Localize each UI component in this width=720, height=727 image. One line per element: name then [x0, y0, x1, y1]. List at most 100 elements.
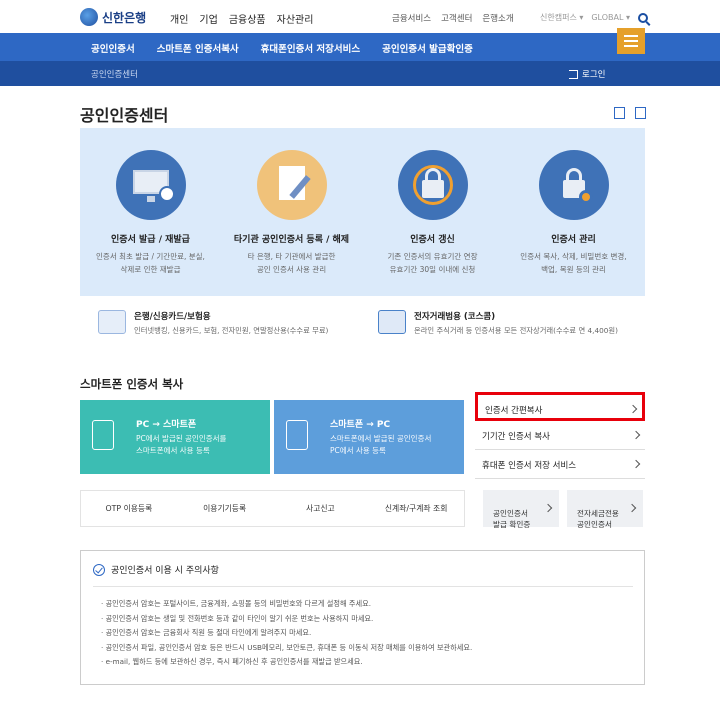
- notice-title: 공인인증서 이용 시 주의사항: [111, 566, 219, 576]
- nav-wealth[interactable]: 자산관리: [277, 11, 314, 26]
- info-general-trade: 전자거래범용 (코스콤) 온라인 주식거래 등 인증서용 모든 전자상거래(수수…: [378, 310, 618, 336]
- shinhan-logo-icon: [80, 8, 98, 26]
- print-icon[interactable]: [635, 107, 646, 119]
- list-item: · 공인인증서 파일, 공인인증서 암호 등은 반드시 USB메모리, 보안토큰…: [101, 642, 473, 652]
- list-item: · 공인인증서 암호는 생일 및 전화번호 등과 같이 타인이 알기 쉬운 번호…: [101, 613, 374, 623]
- device-copy-link[interactable]: 기기간 인증서 복사: [475, 421, 645, 450]
- device-register-link[interactable]: 이용기기등록: [177, 503, 273, 514]
- chevron-right-icon: [631, 430, 641, 440]
- nav-customer-center[interactable]: 고객센터: [441, 12, 472, 24]
- global-dropdown[interactable]: GLOBAL ▾: [591, 13, 630, 22]
- nav-business[interactable]: 기업: [199, 11, 217, 26]
- search-icon[interactable]: [638, 12, 649, 23]
- tax-cert-button[interactable]: 전자세금전용 공인인증서: [567, 490, 643, 529]
- service-manage[interactable]: 인증서 관리 인증서 복사, 삭제, 비밀번호 변경, 백업, 복원 등의 관리: [503, 128, 644, 276]
- document-pen-icon: [256, 150, 327, 220]
- service-renew[interactable]: 인증서 갱신 기존 인증서의 유효기간 연장 유효기간 30일 이내에 신청: [362, 128, 503, 276]
- service-title: 인증서 갱신: [410, 235, 455, 245]
- link-label: 기기간 인증서 복사: [482, 432, 550, 442]
- link-label: 휴대폰 인증서 저장 서비스: [482, 461, 577, 471]
- info-title: 전자거래범용 (코스콤): [414, 312, 496, 322]
- nav-about-bank[interactable]: 은행소개: [482, 12, 513, 24]
- info-bank-card: 은행/신용카드/보험용 인터넷뱅킹, 신용카드, 보험, 전자민원, 연말정산용…: [98, 310, 328, 336]
- lock-renew-icon: [397, 150, 468, 220]
- card-title: 스마트폰 → PC: [330, 420, 391, 430]
- main-nav: 개인 기업 금융상품 자산관리: [170, 11, 313, 26]
- service-register[interactable]: 타기관 공인인증서 등록 / 해제 타 은행, 타 기관에서 발급한 공인 인증…: [221, 128, 362, 276]
- chevron-right-icon: [628, 404, 638, 414]
- incident-report-link[interactable]: 사고신고: [273, 503, 369, 514]
- chevron-right-icon: [627, 503, 637, 513]
- phone-pc-icon: [286, 420, 308, 450]
- link-label: 인증서 간편복사: [485, 406, 543, 416]
- monitor-icon: [115, 150, 186, 220]
- button-label: 공인인증서 발급 확인증: [493, 509, 531, 529]
- usage-notice: 공인인증서 이용 시 주의사항 · 공인인증서 암호는 포털사이트, 금융계좌,…: [80, 550, 645, 685]
- nav-public-cert[interactable]: 공인인증서: [91, 41, 135, 55]
- service-desc: 기존 인증서의 유효기간 연장 유효기간 30일 이내에 신청: [387, 252, 478, 274]
- info-title: 은행/신용카드/보험용: [134, 312, 211, 322]
- brand-logo[interactable]: 신한은행: [80, 8, 146, 26]
- sub-header: 공인인증센터 로그인: [0, 61, 720, 86]
- security-tools: OTP 이용등록 이용기기등록 사고신고 신계좌/구계좌 조회: [80, 490, 465, 527]
- hamburger-menu-icon[interactable]: [617, 28, 645, 54]
- service-title: 타기관 공인인증서 등록 / 해제: [233, 235, 350, 245]
- card-title: PC → 스마트폰: [136, 420, 197, 430]
- easy-copy-link[interactable]: 인증서 간편복사: [475, 392, 645, 421]
- info-desc: 인터넷뱅킹, 신용카드, 보험, 전자민원, 연말정산용(수수료 무료): [134, 326, 329, 335]
- otp-register-link[interactable]: OTP 이용등록: [81, 503, 177, 514]
- list-item: · e-mail, 웹하드 등에 보관하신 경우, 즉시 폐기하신 후 공인인증…: [101, 657, 363, 666]
- login-button[interactable]: 로그인: [569, 68, 605, 80]
- nav-issue-confirm[interactable]: 공인인증서 발급확인증: [382, 41, 473, 55]
- lock-gear-icon: [538, 150, 609, 220]
- top-header: 신한은행 개인 기업 금융상품 자산관리 금융서비스 고객센터 은행소개 신한캠…: [0, 0, 720, 33]
- certificate-nav: 공인인증서 스마트폰 인증서복사 휴대폰인증서 저장서비스 공인인증서 발급확인…: [0, 33, 720, 61]
- service-issue[interactable]: 인증서 발급 / 재발급 인증서 최초 발급 / 기간만료, 분실, 삭제로 인…: [80, 128, 221, 276]
- globe-document-icon: [378, 310, 406, 334]
- service-desc: 타 은행, 타 기관에서 발급한 공인 인증서 사용 관리: [247, 252, 336, 274]
- chevron-right-icon: [543, 503, 553, 513]
- download-icon[interactable]: [614, 107, 625, 119]
- card-desc: 스마트폰에서 발급된 공인인증서 PC에서 사용 등록: [330, 434, 432, 455]
- info-desc: 온라인 주식거래 등 인증서용 모든 전자상거래(수수료 연 4,400원): [414, 326, 618, 335]
- nav-personal[interactable]: 개인: [170, 11, 188, 26]
- cert-types: 은행/신용카드/보험용 인터넷뱅킹, 신용카드, 보험, 전자민원, 연말정산용…: [80, 296, 645, 350]
- divider: [93, 586, 633, 587]
- nav-financial-services[interactable]: 금융서비스: [392, 12, 431, 24]
- right-nav: 신한캠퍼스 ▾ GLOBAL ▾: [540, 12, 649, 23]
- issue-confirm-button[interactable]: 공인인증서 발급 확인증: [483, 490, 559, 529]
- list-item: · 공인인증서 암호는 포털사이트, 금융계좌, 쇼핑몰 등의 비밀번호와 다르…: [101, 599, 372, 608]
- utility-nav: 금융서비스 고객센터 은행소개: [392, 12, 514, 24]
- button-label: 전자세금전용 공인인증서: [577, 509, 619, 529]
- notice-list: · 공인인증서 암호는 포털사이트, 금융계좌, 쇼핑몰 등의 비밀번호와 다르…: [101, 597, 472, 670]
- service-desc: 인증서 최초 발급 / 기간만료, 분실, 삭제로 인한 재발급: [96, 252, 205, 274]
- service-title: 인증서 관리: [551, 235, 596, 245]
- nav-phone-storage[interactable]: 휴대폰인증서 저장서비스: [261, 41, 360, 55]
- extra-buttons: 공인인증서 발급 확인증 전자세금전용 공인인증서: [483, 490, 643, 529]
- campus-dropdown[interactable]: 신한캠퍼스 ▾: [540, 12, 583, 23]
- check-circle-icon: [93, 563, 105, 576]
- login-label: 로그인: [582, 70, 606, 80]
- list-item: · 공인인증서 암호는 금융회사 직원 등 절대 타인에게 알려주지 마세요.: [101, 628, 312, 637]
- phone-to-pc-card[interactable]: 스마트폰 → PC 스마트폰에서 발급된 공인인증서 PC에서 사용 등록: [274, 400, 464, 474]
- breadcrumb[interactable]: 공인인증센터: [91, 68, 138, 80]
- pc-to-phone-card[interactable]: PC → 스마트폰 PC에서 발급된 공인인증서를 스마트폰에서 사용 등록: [80, 400, 270, 474]
- card-desc: PC에서 발급된 공인인증서를 스마트폰에서 사용 등록: [136, 434, 227, 455]
- nav-products[interactable]: 금융상품: [229, 11, 266, 26]
- account-lookup-link[interactable]: 신계좌/구계좌 조회: [368, 503, 464, 514]
- section-title: 스마트폰 인증서 복사: [80, 377, 184, 391]
- chevron-right-icon: [631, 459, 641, 469]
- service-title: 인증서 발급 / 재발급: [111, 235, 190, 245]
- pc-phone-icon: [92, 420, 114, 450]
- brand-name: 신한은행: [102, 10, 147, 25]
- page-tools: [614, 107, 646, 119]
- notice-header: 공인인증서 이용 시 주의사항: [93, 563, 219, 576]
- page-title: 공인인증센터: [80, 106, 169, 125]
- service-desc: 인증서 복사, 삭제, 비밀번호 변경, 백업, 복원 등의 관리: [520, 252, 627, 274]
- bank-card-icon: [98, 310, 126, 334]
- phone-storage-link[interactable]: 휴대폰 인증서 저장 서비스: [475, 450, 645, 479]
- copy-links: 인증서 간편복사 기기간 인증서 복사 휴대폰 인증서 저장 서비스: [475, 392, 645, 479]
- services-panel: 인증서 발급 / 재발급 인증서 최초 발급 / 기간만료, 분실, 삭제로 인…: [80, 128, 645, 296]
- login-icon: [569, 69, 578, 79]
- nav-smartphone-copy[interactable]: 스마트폰 인증서복사: [157, 41, 239, 55]
